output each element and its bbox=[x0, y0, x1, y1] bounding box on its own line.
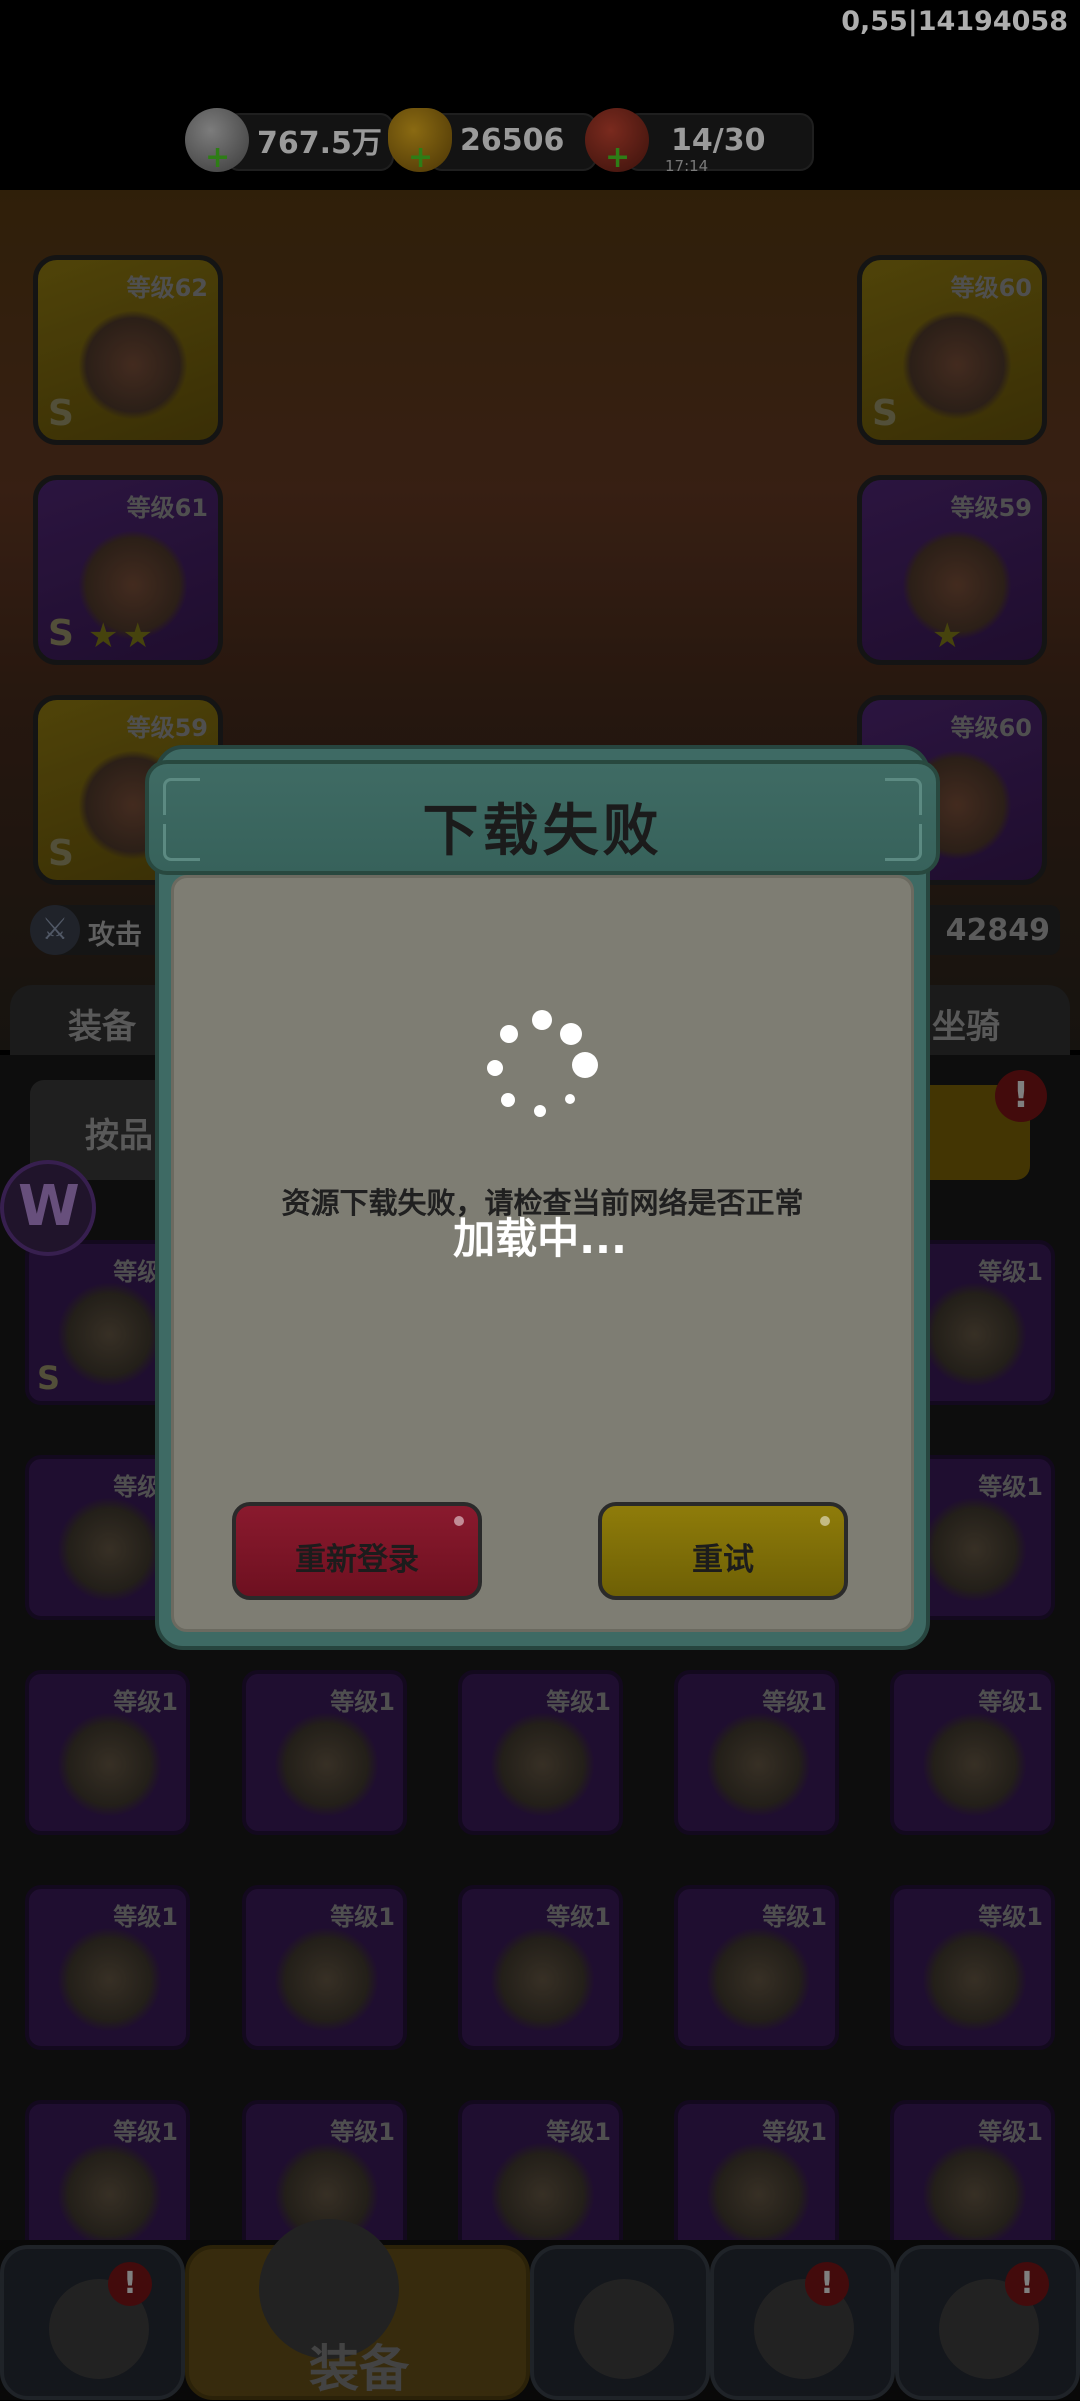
loading-text: 加载中... bbox=[453, 1214, 627, 1263]
retry-label: 重试 bbox=[692, 1542, 754, 1578]
gem-value: 767.5万 bbox=[257, 126, 382, 161]
loading-spinner-icon bbox=[475, 1005, 605, 1135]
relogin-label: 重新登录 bbox=[295, 1542, 419, 1578]
retry-button[interactable]: 重试 bbox=[598, 1502, 848, 1600]
add-gems-icon[interactable]: + bbox=[205, 143, 230, 173]
stamina-value: 14/30 bbox=[671, 122, 766, 158]
gold-value: 26506 bbox=[460, 122, 565, 158]
dialog-title: 下载失败 bbox=[422, 799, 663, 864]
add-stamina-icon[interactable]: + bbox=[605, 143, 630, 173]
add-gold-icon[interactable]: + bbox=[408, 143, 433, 173]
relogin-button[interactable]: 重新登录 bbox=[232, 1502, 482, 1600]
stamina-timer: 17:14 bbox=[665, 157, 709, 175]
dialog-header: 下载失败 bbox=[145, 760, 940, 875]
